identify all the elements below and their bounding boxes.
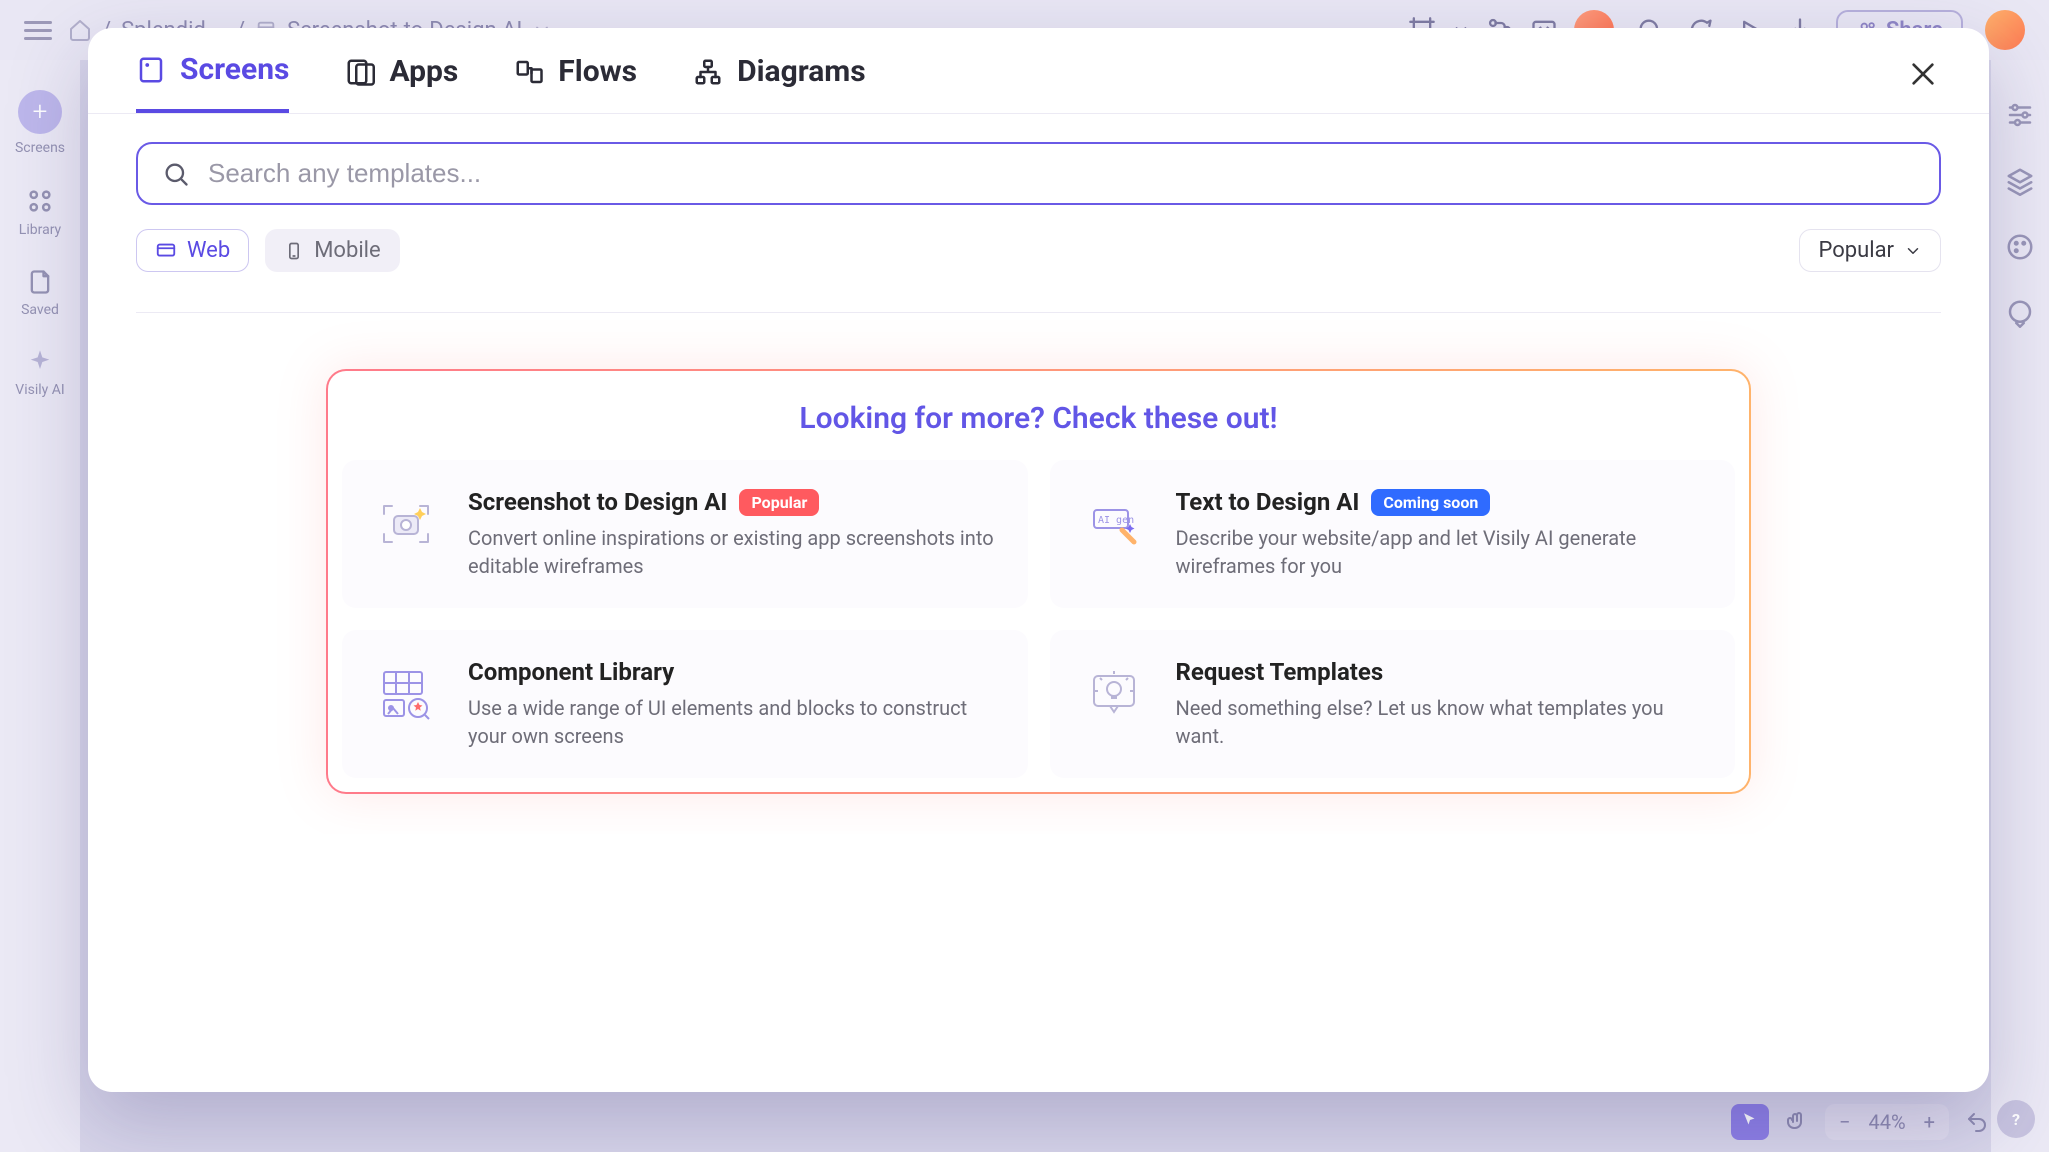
- close-button[interactable]: [1905, 56, 1941, 92]
- zoom-in-button[interactable]: +: [1924, 1110, 1935, 1134]
- filter-mobile[interactable]: Mobile: [265, 229, 399, 272]
- card-title: Screenshot to Design AI: [468, 488, 727, 516]
- close-icon: [1907, 58, 1939, 90]
- tab-screens[interactable]: Screens: [136, 52, 289, 113]
- filter-row: Web Mobile Popular: [136, 229, 1941, 272]
- plus-icon: +: [18, 90, 62, 134]
- card-title: Text to Design AI: [1176, 488, 1360, 516]
- sidebar-item-label: Saved: [21, 302, 59, 318]
- coming-soon-badge: Coming soon: [1371, 489, 1490, 516]
- card-desc: Use a wide range of UI elements and bloc…: [468, 694, 1000, 750]
- svg-text:AI gen: AI gen: [1098, 515, 1134, 526]
- tab-apps[interactable]: Apps: [345, 54, 458, 111]
- flows-icon: [514, 57, 544, 87]
- sidebar-item-label: Visily AI: [15, 382, 64, 398]
- menu-icon[interactable]: [24, 21, 52, 40]
- components-icon: [370, 658, 442, 730]
- tab-label: Diagrams: [737, 54, 866, 89]
- chat-icon[interactable]: [2005, 298, 2035, 328]
- home-icon[interactable]: [68, 18, 92, 42]
- apps-icon: [345, 57, 375, 87]
- promo-section: Looking for more? Check these out! Scree…: [326, 369, 1751, 794]
- sidebar-item-label: Library: [19, 222, 61, 238]
- tab-label: Flows: [558, 54, 637, 89]
- templates-modal: Screens Apps Flows Diagrams Web: [88, 28, 1989, 1092]
- card-title: Component Library: [468, 658, 674, 686]
- sidebar-item-ai[interactable]: Visily AI: [15, 348, 64, 398]
- popular-badge: Popular: [739, 489, 819, 516]
- zoom-value[interactable]: 44%: [1869, 1110, 1906, 1134]
- desktop-icon: [155, 240, 177, 262]
- sidebar-item-label: Screens: [15, 140, 65, 156]
- tab-diagrams[interactable]: Diagrams: [693, 54, 866, 111]
- card-desc: Describe your website/app and let Visily…: [1176, 524, 1708, 580]
- promo-card-text-ai[interactable]: AI gen Text to Design AI Coming soon Des…: [1050, 460, 1736, 608]
- camera-icon: [370, 488, 442, 560]
- search-icon: [162, 160, 190, 188]
- bottom-bar: − 44% +: [1731, 1104, 1989, 1140]
- tab-label: Screens: [180, 52, 289, 87]
- modal-tabs: Screens Apps Flows Diagrams: [88, 28, 1989, 114]
- filter-web[interactable]: Web: [136, 229, 249, 272]
- diagrams-icon: [693, 57, 723, 87]
- tab-flows[interactable]: Flows: [514, 54, 637, 111]
- sidebar-item-saved[interactable]: Saved: [21, 268, 59, 318]
- layers-icon[interactable]: [2005, 166, 2035, 196]
- promo-card-screenshot-ai[interactable]: Screenshot to Design AI Popular Convert …: [342, 460, 1028, 608]
- sliders-icon[interactable]: [2005, 100, 2035, 130]
- zoom-control: − 44% +: [1825, 1104, 1949, 1140]
- hand-tool-icon[interactable]: [1785, 1110, 1809, 1134]
- help-button[interactable]: ?: [1997, 1100, 2035, 1138]
- promo-grid: Screenshot to Design AI Popular Convert …: [342, 460, 1735, 778]
- screens-icon: [136, 55, 166, 85]
- text-ai-icon: AI gen: [1078, 488, 1150, 560]
- promo-card-component-library[interactable]: Component Library Use a wide range of UI…: [342, 630, 1028, 778]
- palette-icon[interactable]: [2005, 232, 2035, 262]
- undo-icon[interactable]: [1965, 1110, 1989, 1134]
- sort-label: Popular: [1818, 238, 1894, 263]
- card-title: Request Templates: [1176, 658, 1384, 686]
- filter-label: Mobile: [314, 238, 380, 263]
- filter-label: Web: [187, 238, 230, 263]
- modal-body: Web Mobile Popular Looking for more? Che…: [88, 114, 1989, 834]
- user-avatar[interactable]: [1985, 10, 2025, 50]
- search-input[interactable]: [208, 158, 1915, 189]
- right-sidebar: [1991, 60, 2049, 1152]
- search-field[interactable]: [136, 142, 1941, 205]
- saved-icon: [26, 268, 54, 296]
- promo-card-request-templates[interactable]: Request Templates Need something else? L…: [1050, 630, 1736, 778]
- sparkle-icon: [26, 348, 54, 376]
- mobile-icon: [284, 240, 304, 262]
- tab-label: Apps: [389, 54, 458, 89]
- sidebar-item-library[interactable]: Library: [19, 186, 61, 238]
- sort-select[interactable]: Popular: [1799, 229, 1941, 272]
- zoom-out-button[interactable]: −: [1839, 1110, 1850, 1134]
- chevron-down-icon: [1904, 242, 1922, 260]
- library-icon: [25, 186, 55, 216]
- idea-icon: [1078, 658, 1150, 730]
- card-desc: Need something else? Let us know what te…: [1176, 694, 1708, 750]
- divider: [136, 312, 1941, 313]
- card-desc: Convert online inspirations or existing …: [468, 524, 1000, 580]
- sidebar-item-screens[interactable]: + Screens: [15, 90, 65, 156]
- promo-title: Looking for more? Check these out!: [342, 401, 1735, 436]
- cursor-tool-icon[interactable]: [1731, 1104, 1769, 1140]
- left-sidebar: + Screens Library Saved Visily AI: [0, 60, 80, 1152]
